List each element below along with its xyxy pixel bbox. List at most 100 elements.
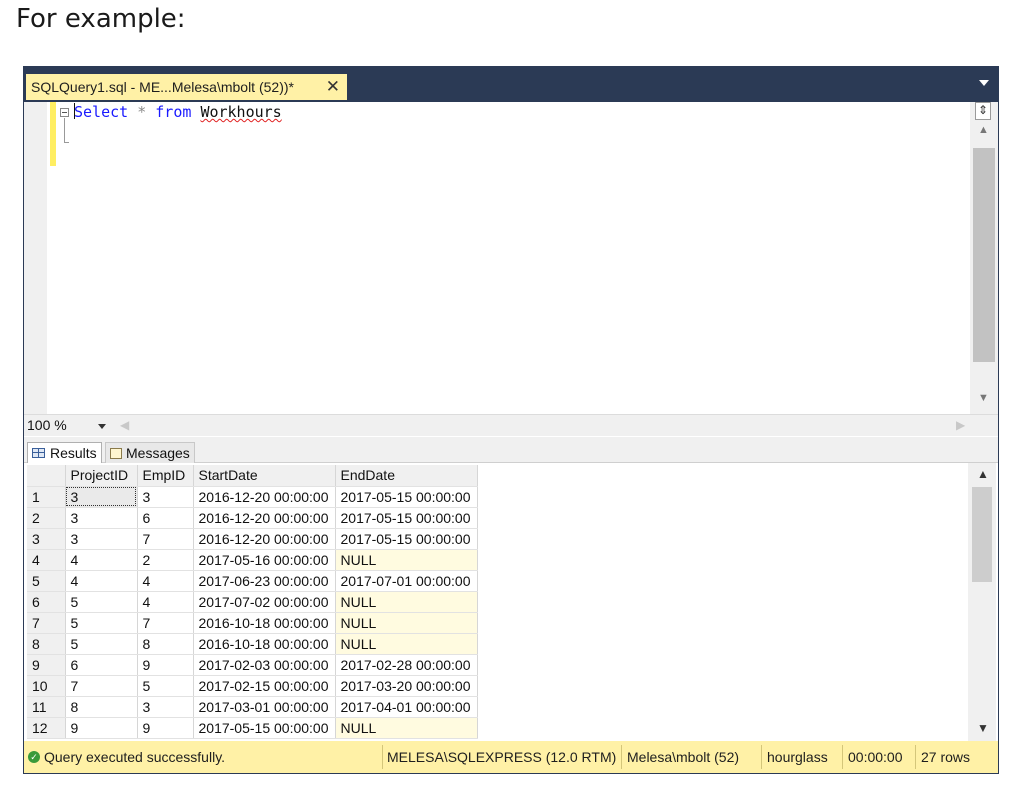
cell[interactable]: 2017-07-01 00:00:00 bbox=[335, 570, 478, 592]
cell[interactable]: 8 bbox=[65, 696, 138, 718]
cell[interactable]: 2017-04-01 00:00:00 bbox=[335, 696, 478, 718]
cell[interactable]: 5 bbox=[137, 675, 194, 697]
cell[interactable]: 2016-12-20 00:00:00 bbox=[193, 528, 336, 550]
scroll-up-icon[interactable]: ▲ bbox=[977, 467, 989, 481]
cell[interactable]: 2017-05-15 00:00:00 bbox=[335, 528, 478, 550]
cell[interactable]: 2016-10-18 00:00:00 bbox=[193, 633, 336, 655]
dropdown-icon[interactable] bbox=[979, 80, 989, 86]
tab-query1[interactable]: SQLQuery1.sql - ME...Melesa\mbolt (52))*… bbox=[26, 74, 347, 100]
cell[interactable]: NULL bbox=[335, 591, 478, 613]
cell[interactable]: 2017-05-16 00:00:00 bbox=[193, 549, 336, 571]
close-icon[interactable]: ✕ bbox=[326, 77, 340, 97]
cell[interactable]: 2017-02-03 00:00:00 bbox=[193, 654, 336, 676]
cell[interactable]: NULL bbox=[335, 612, 478, 634]
cell[interactable]: 2017-07-02 00:00:00 bbox=[193, 591, 336, 613]
tab-results[interactable]: Results bbox=[27, 442, 102, 463]
cell[interactable]: 2017-05-15 00:00:00 bbox=[193, 717, 336, 739]
row-number[interactable]: 12 bbox=[27, 717, 66, 739]
scroll-down-icon[interactable]: ▼ bbox=[978, 392, 989, 404]
column-header[interactable]: StartDate bbox=[193, 465, 336, 487]
row-number[interactable]: 6 bbox=[27, 591, 66, 613]
table-row[interactable]: 11 8 3 2017-03-01 00:00:00 2017-04-01 00… bbox=[27, 696, 478, 718]
row-number[interactable]: 11 bbox=[27, 696, 66, 718]
column-header[interactable]: ProjectID bbox=[65, 465, 138, 487]
cell[interactable]: 6 bbox=[65, 654, 138, 676]
cell[interactable]: 2017-02-28 00:00:00 bbox=[335, 654, 478, 676]
scroll-up-icon[interactable]: ▲ bbox=[978, 124, 989, 136]
query-editor[interactable]: Select * from Workhours ⇕ ▲ ▼ bbox=[24, 102, 998, 414]
cell[interactable]: 2017-05-15 00:00:00 bbox=[335, 507, 478, 529]
cell[interactable]: NULL bbox=[335, 717, 478, 739]
cell[interactable]: 9 bbox=[65, 717, 138, 739]
results-vertical-scrollbar[interactable]: ▲ ▼ bbox=[968, 463, 996, 741]
zoom-level[interactable]: 100 % bbox=[27, 417, 67, 433]
scroll-left-icon[interactable]: ◀ bbox=[120, 418, 129, 432]
cell[interactable]: 4 bbox=[65, 549, 138, 571]
scroll-thumb[interactable] bbox=[972, 487, 992, 582]
cell[interactable]: 2016-10-18 00:00:00 bbox=[193, 612, 336, 634]
table-row[interactable]: 1 3 3 2016-12-20 00:00:00 2017-05-15 00:… bbox=[27, 486, 478, 508]
cell[interactable]: 7 bbox=[137, 528, 194, 550]
row-number[interactable]: 2 bbox=[27, 507, 66, 529]
cell[interactable]: 3 bbox=[65, 486, 138, 508]
table-row[interactable]: 8 5 8 2016-10-18 00:00:00 NULL bbox=[27, 633, 478, 655]
table-row[interactable]: 4 4 2 2017-05-16 00:00:00 NULL bbox=[27, 549, 478, 571]
cell[interactable]: 3 bbox=[65, 507, 138, 529]
row-number[interactable]: 9 bbox=[27, 654, 66, 676]
cell[interactable]: 5 bbox=[65, 612, 138, 634]
cell[interactable]: 7 bbox=[65, 675, 138, 697]
table-row[interactable]: 5 4 4 2017-06-23 00:00:00 2017-07-01 00:… bbox=[27, 570, 478, 592]
scroll-right-icon[interactable]: ▶ bbox=[956, 418, 965, 432]
cell[interactable]: 4 bbox=[137, 591, 194, 613]
cell[interactable]: 9 bbox=[137, 654, 194, 676]
cell[interactable]: 2017-03-20 00:00:00 bbox=[335, 675, 478, 697]
cell[interactable]: 2016-12-20 00:00:00 bbox=[193, 507, 336, 529]
cell[interactable]: 5 bbox=[65, 633, 138, 655]
cell[interactable]: 2016-12-20 00:00:00 bbox=[193, 486, 336, 508]
row-number[interactable]: 7 bbox=[27, 612, 66, 634]
table-row[interactable]: 12 9 9 2017-05-15 00:00:00 NULL bbox=[27, 717, 478, 739]
table-row[interactable]: 10 7 5 2017-02-15 00:00:00 2017-03-20 00… bbox=[27, 675, 478, 697]
scroll-thumb[interactable] bbox=[973, 148, 995, 362]
tab-messages[interactable]: Messages bbox=[105, 442, 195, 463]
cell[interactable]: 2017-05-15 00:00:00 bbox=[335, 486, 478, 508]
cell[interactable]: 2017-06-23 00:00:00 bbox=[193, 570, 336, 592]
cell[interactable]: 3 bbox=[137, 696, 194, 718]
row-number[interactable]: 3 bbox=[27, 528, 66, 550]
cell[interactable]: NULL bbox=[335, 633, 478, 655]
column-header[interactable]: EndDate bbox=[335, 465, 478, 487]
editor-vertical-scrollbar[interactable]: ⇕ ▲ ▼ bbox=[970, 102, 998, 414]
row-number[interactable]: 10 bbox=[27, 675, 66, 697]
split-icon[interactable]: ⇕ bbox=[975, 102, 991, 120]
code-line-1[interactable]: Select * from Workhours bbox=[74, 102, 282, 122]
table-row[interactable]: 7 5 7 2016-10-18 00:00:00 NULL bbox=[27, 612, 478, 634]
cell[interactable]: NULL bbox=[335, 549, 478, 571]
document-tab-strip: SQLQuery1.sql - ME...Melesa\mbolt (52))*… bbox=[24, 67, 998, 102]
cell[interactable]: 7 bbox=[137, 612, 194, 634]
row-number-header[interactable] bbox=[27, 465, 66, 487]
cell[interactable]: 3 bbox=[65, 528, 138, 550]
cell[interactable]: 5 bbox=[65, 591, 138, 613]
collapse-icon[interactable] bbox=[60, 108, 69, 117]
scroll-down-icon[interactable]: ▼ bbox=[977, 721, 989, 735]
zoom-dropdown-icon[interactable] bbox=[98, 424, 106, 429]
column-header[interactable]: EmpID bbox=[137, 465, 194, 487]
cell[interactable]: 2017-03-01 00:00:00 bbox=[193, 696, 336, 718]
cell[interactable]: 2 bbox=[137, 549, 194, 571]
cell[interactable]: 6 bbox=[137, 507, 194, 529]
cell[interactable]: 4 bbox=[137, 570, 194, 592]
cell[interactable]: 8 bbox=[137, 633, 194, 655]
row-number[interactable]: 8 bbox=[27, 633, 66, 655]
cell[interactable]: 9 bbox=[137, 717, 194, 739]
table-row[interactable]: 9 6 9 2017-02-03 00:00:00 2017-02-28 00:… bbox=[27, 654, 478, 676]
row-number[interactable]: 5 bbox=[27, 570, 66, 592]
cell[interactable]: 4 bbox=[65, 570, 138, 592]
row-number[interactable]: 1 bbox=[27, 486, 66, 508]
cell[interactable]: 2017-02-15 00:00:00 bbox=[193, 675, 336, 697]
row-number[interactable]: 4 bbox=[27, 549, 66, 571]
cell[interactable]: 3 bbox=[137, 486, 194, 508]
results-tab-strip: Results Messages bbox=[24, 437, 998, 463]
table-row[interactable]: 3 3 7 2016-12-20 00:00:00 2017-05-15 00:… bbox=[27, 528, 478, 550]
table-row[interactable]: 2 3 6 2016-12-20 00:00:00 2017-05-15 00:… bbox=[27, 507, 478, 529]
table-row[interactable]: 6 5 4 2017-07-02 00:00:00 NULL bbox=[27, 591, 478, 613]
